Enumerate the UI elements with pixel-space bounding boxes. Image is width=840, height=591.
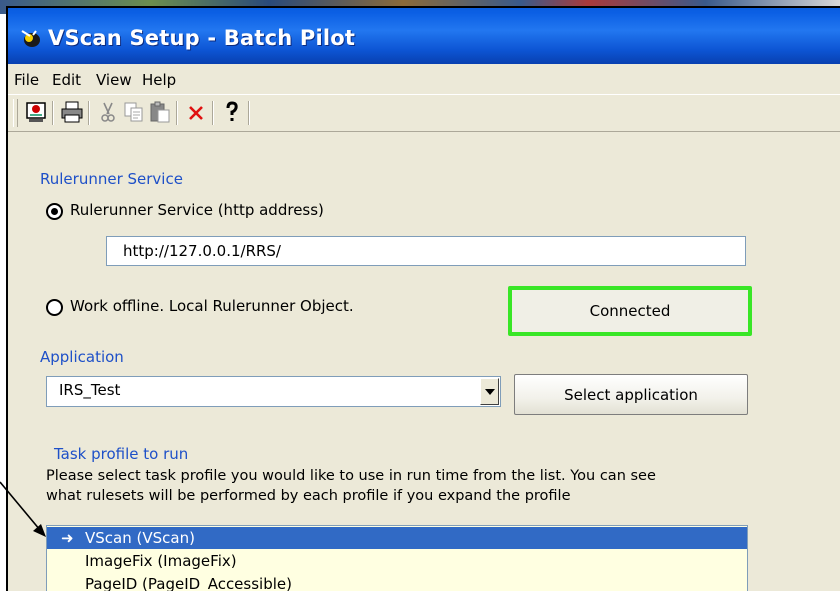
annotation-arrow xyxy=(0,481,46,537)
